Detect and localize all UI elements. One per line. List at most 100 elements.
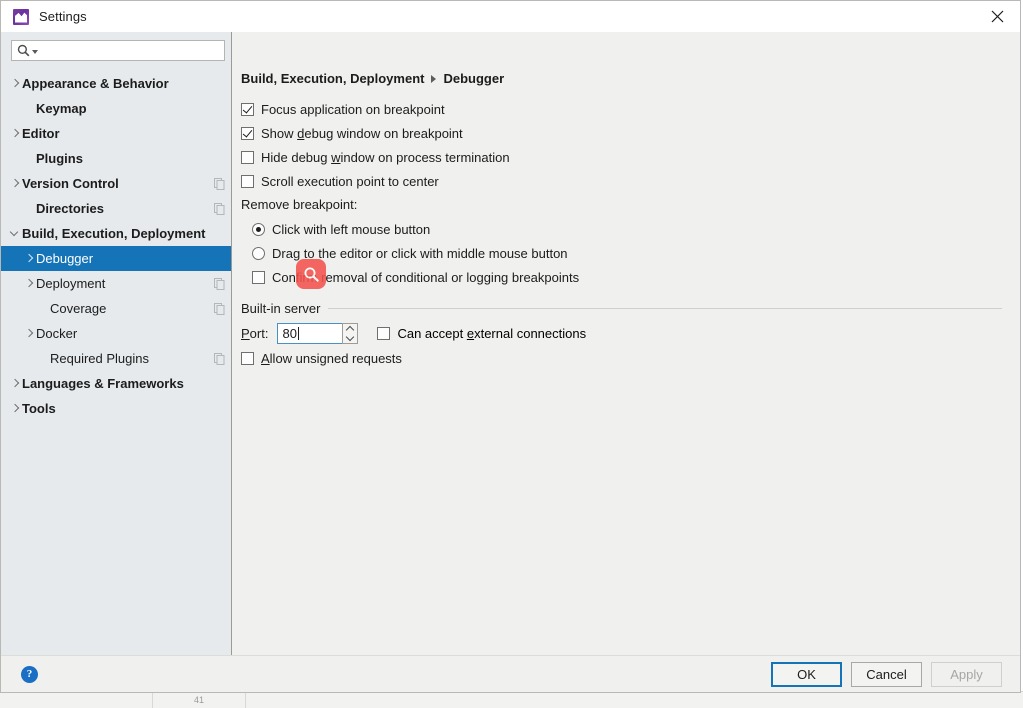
sidebar-item-label: Keymap	[36, 101, 87, 116]
confirm-removal-checkbox[interactable]	[252, 270, 265, 284]
port-value: 80	[282, 326, 297, 341]
chevron-right-icon[interactable]	[23, 277, 36, 290]
copy-icon[interactable]	[214, 302, 225, 315]
radio-row-left-click[interactable]: Click with left mouse button	[241, 217, 1002, 241]
search-input[interactable]	[42, 43, 224, 58]
sidebar-item-label: Version Control	[22, 176, 119, 191]
dialog-button-bar: OK Cancel Apply	[771, 661, 1002, 687]
remove-breakpoint-label: Remove breakpoint:	[241, 197, 358, 212]
debugger-options-group: Focus application on breakpoint Show debu…	[241, 97, 1002, 193]
settings-dialog: Settings Appearance & Behavior Keymap Ed…	[0, 0, 1021, 693]
checkbox[interactable]	[241, 102, 254, 116]
checkbox-row-focus-application-on-breakpoint[interactable]: Focus application on breakpoint	[241, 97, 1002, 121]
chevron-right-icon[interactable]	[9, 77, 22, 90]
search-dropdown-icon[interactable]	[32, 50, 38, 54]
sidebar-item-label: Tools	[22, 401, 56, 416]
external-connections-checkbox[interactable]	[377, 327, 391, 340]
sidebar-item-deployment[interactable]: Deployment	[1, 271, 231, 296]
external-connections-label: Can accept external connections	[397, 326, 587, 341]
section-divider	[328, 308, 1002, 309]
dialog-titlebar: Settings	[1, 1, 1020, 32]
sidebar-item-keymap[interactable]: Keymap	[1, 96, 231, 121]
sidebar-item-tools[interactable]: Tools	[1, 396, 231, 421]
chevron-right-icon[interactable]	[23, 252, 36, 265]
sidebar-item-plugins[interactable]: Plugins	[1, 146, 231, 171]
sidebar-item-label: Appearance & Behavior	[22, 76, 169, 91]
allow-unsigned-checkbox[interactable]	[241, 351, 254, 365]
checkbox-label: Scroll execution point to center	[261, 173, 439, 189]
checkbox[interactable]	[241, 126, 254, 140]
chevron-right-icon[interactable]	[9, 127, 22, 140]
chevron-right-icon[interactable]	[9, 177, 22, 190]
sidebar-item-version-control[interactable]: Version Control	[1, 171, 231, 196]
sidebar-item-build-execution-deployment[interactable]: Build, Execution, Deployment	[1, 221, 231, 246]
sidebar-item-appearance-behavior[interactable]: Appearance & Behavior	[1, 71, 231, 96]
chevron-up-icon[interactable]	[343, 324, 357, 334]
sidebar-item-label: Coverage	[50, 301, 107, 316]
close-button[interactable]	[974, 1, 1020, 32]
checkbox[interactable]	[241, 174, 254, 188]
confirm-removal-checkbox-row[interactable]: Confirm removal of conditional or loggin…	[241, 265, 1002, 289]
sidebar-item-languages-frameworks[interactable]: Languages & Frameworks	[1, 371, 231, 396]
port-input[interactable]: 80	[277, 323, 343, 344]
search-box[interactable]	[11, 40, 225, 61]
close-icon	[991, 10, 1003, 23]
external-connections-checkbox-row[interactable]: Can accept external connections	[377, 326, 586, 341]
search-container	[1, 32, 231, 67]
sidebar-item-label: Docker	[36, 326, 78, 341]
sidebar-item-docker[interactable]: Docker	[1, 321, 231, 346]
dialog-title: Settings	[39, 9, 87, 24]
sidebar-item-debugger[interactable]: Debugger	[1, 246, 231, 271]
port-stepper[interactable]	[342, 323, 359, 344]
port-label: Port:	[241, 326, 269, 341]
chevron-right-icon[interactable]	[9, 402, 22, 415]
breadcrumb-separator-icon	[431, 75, 437, 83]
copy-icon[interactable]	[214, 202, 225, 215]
breadcrumb: Build, Execution, Deployment Debugger	[241, 71, 1002, 86]
radio-button[interactable]	[252, 222, 265, 236]
ok-button[interactable]: OK	[771, 661, 842, 687]
checkbox[interactable]	[241, 150, 254, 164]
checkbox-row-scroll-execution-point-to-center[interactable]: Scroll execution point to center	[241, 169, 1002, 193]
help-icon[interactable]: ?	[21, 665, 38, 683]
sidebar-item-label: Required Plugins	[50, 351, 150, 366]
cancel-button[interactable]: Cancel	[851, 661, 922, 687]
checkbox-label: Show debug window on breakpoint	[261, 125, 463, 141]
port-row: Port: 80 Can accept external connections	[241, 321, 1002, 346]
radio-row-drag-or-middle-click[interactable]: Drag to the editor or click with middle …	[241, 241, 1002, 265]
chevron-right-icon[interactable]	[9, 377, 22, 390]
chevron-right-icon[interactable]	[23, 327, 36, 340]
breadcrumb-parent[interactable]: Build, Execution, Deployment	[241, 71, 424, 86]
sidebar-item-editor[interactable]: Editor	[1, 121, 231, 146]
radio-label: Drag to the editor or click with middle …	[272, 245, 568, 261]
sidebar-item-required-plugins[interactable]: Required Plugins	[1, 346, 231, 371]
copy-icon[interactable]	[214, 352, 225, 365]
checkbox-label: Hide debug window on process termination	[261, 149, 510, 165]
text-caret	[297, 327, 299, 340]
builtin-server-title: Built-in server	[241, 301, 321, 316]
chevron-down-icon[interactable]	[343, 334, 357, 344]
phpstorm-icon	[13, 8, 29, 25]
sidebar-item-label: Languages & Frameworks	[22, 376, 184, 391]
sidebar-item-label: Build, Execution, Deployment	[22, 226, 206, 241]
chevron-down-icon[interactable]	[9, 227, 22, 240]
sidebar-item-label: Directories	[36, 201, 104, 216]
copy-icon[interactable]	[214, 277, 225, 290]
radio-button[interactable]	[252, 246, 265, 260]
port-spinner[interactable]: 80	[277, 323, 359, 344]
sidebar-item-coverage[interactable]: Coverage	[1, 296, 231, 321]
sidebar-item-directories[interactable]: Directories	[1, 196, 231, 221]
builtin-server-section-header: Built-in server	[241, 301, 1002, 316]
checkbox-row-hide-debug-window-on-process-termination[interactable]: Hide debug window on process termination	[241, 145, 1002, 169]
apply-button: Apply	[931, 661, 1002, 687]
allow-unsigned-checkbox-row[interactable]: Allow unsigned requests	[241, 346, 1002, 370]
settings-tree: Appearance & Behavior Keymap Editor Plugins…	[1, 71, 231, 655]
copy-icon[interactable]	[214, 177, 225, 190]
checkbox-row-show-debug-window-on-breakpoint[interactable]: Show debug window on breakpoint	[241, 121, 1002, 145]
sidebar-item-label: Deployment	[36, 276, 106, 291]
allow-unsigned-label: Allow unsigned requests	[261, 350, 402, 366]
